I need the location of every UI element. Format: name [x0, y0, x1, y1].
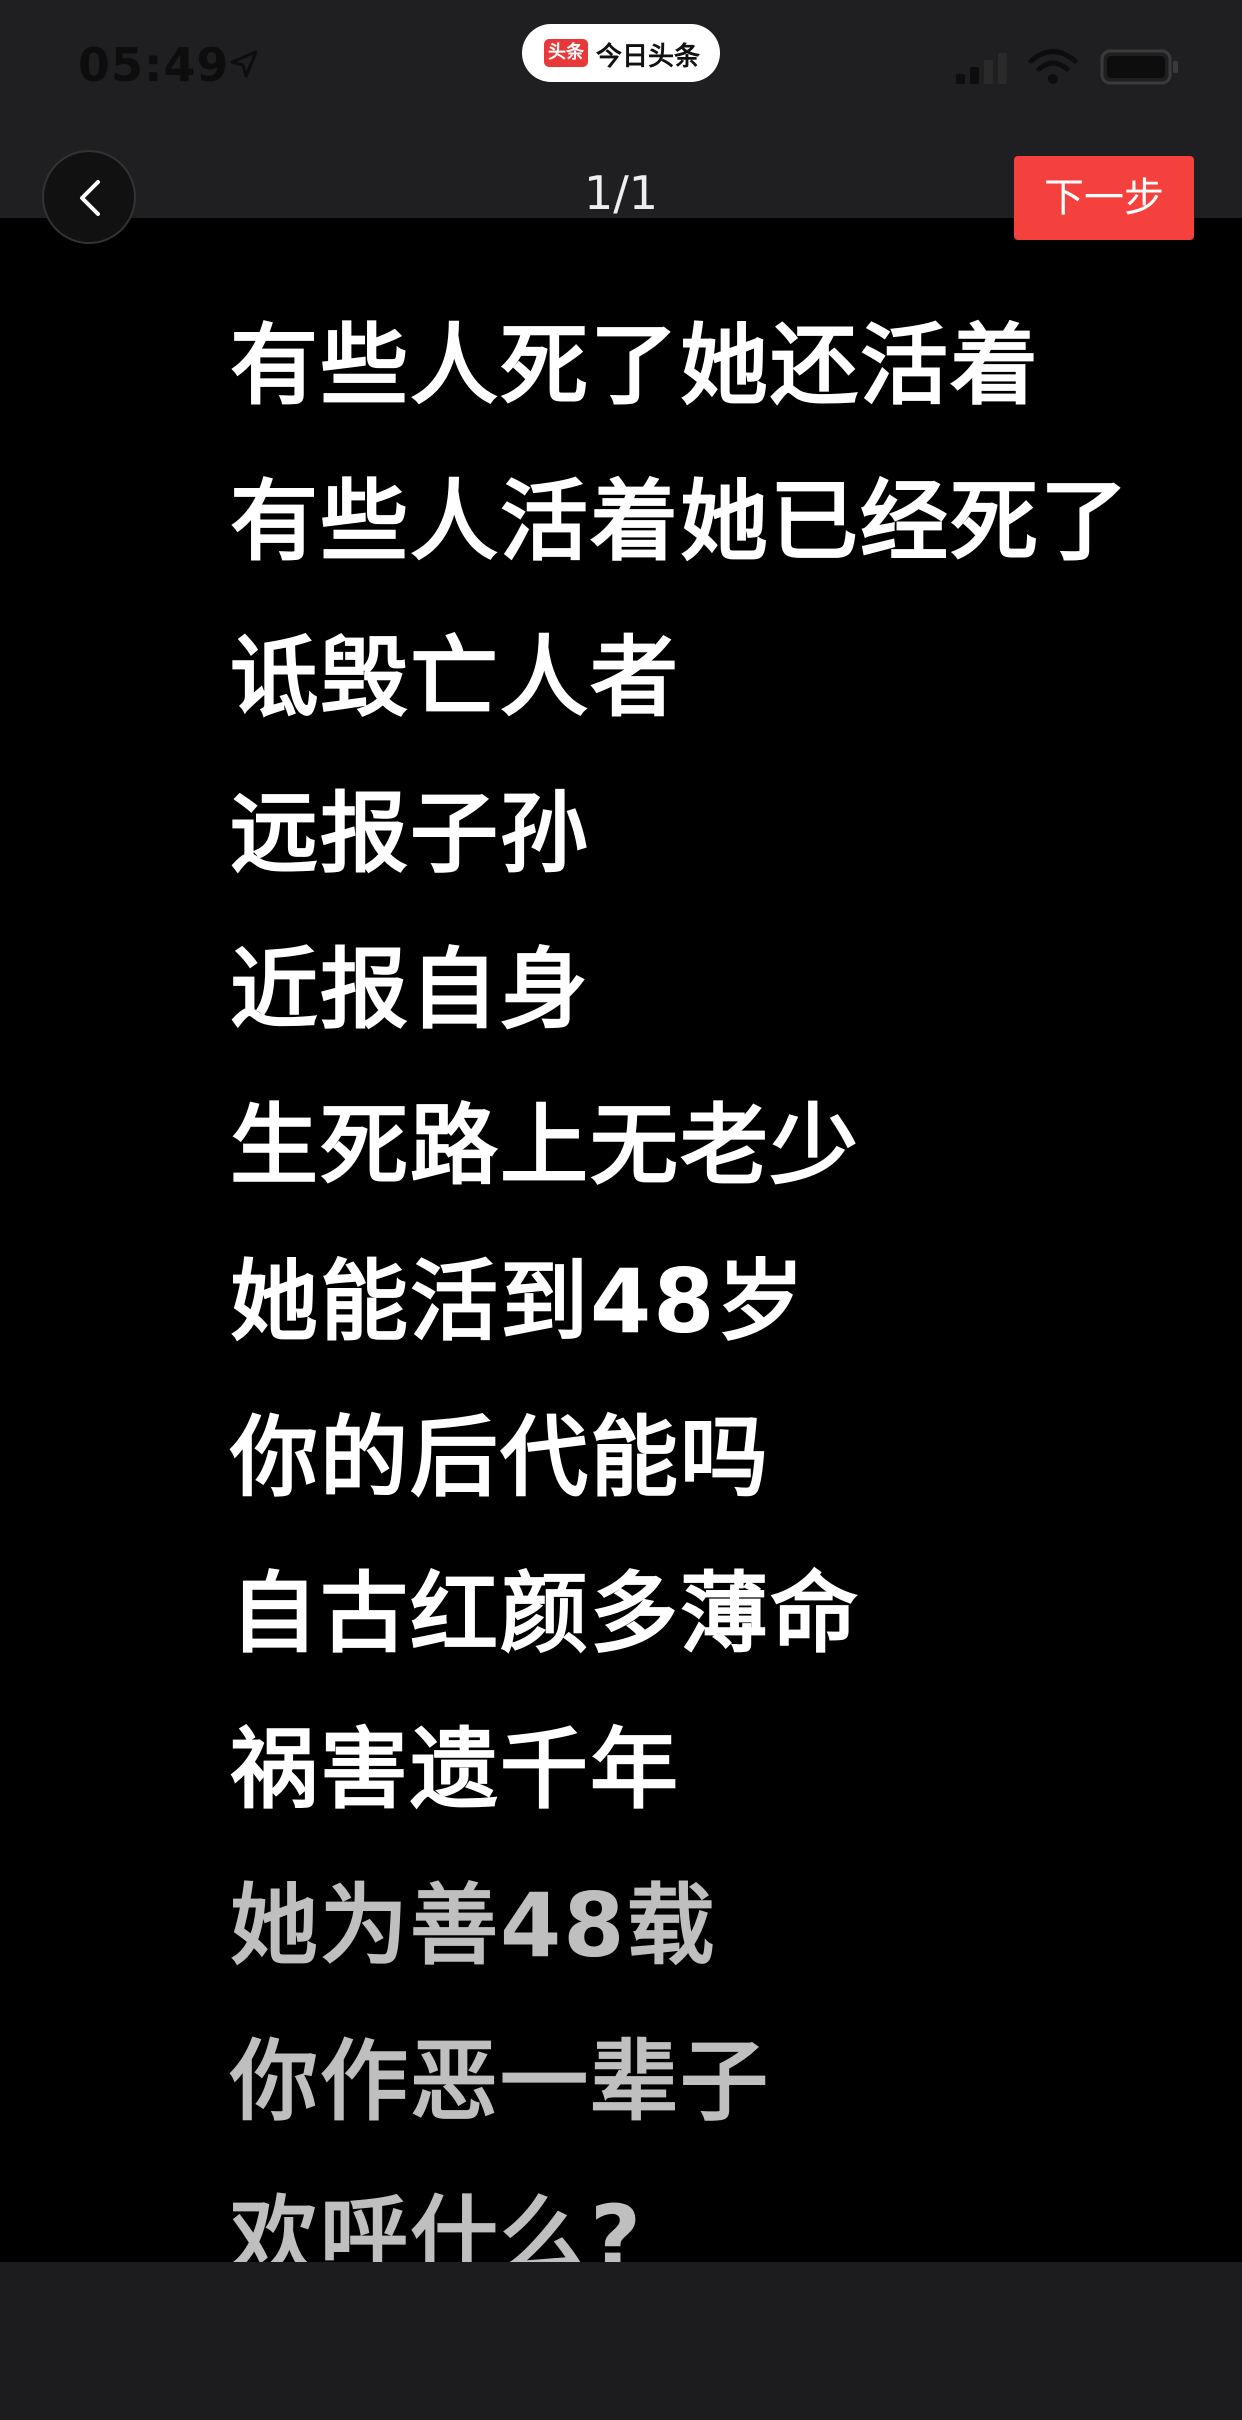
image-text: 有些人死了她还活着 有些人活着她已经死了 诋毁亡人者 远报子孙 近报自身 生死路…: [230, 288, 1130, 2316]
location-arrow-icon: [230, 50, 258, 78]
text-line: 她能活到48岁: [230, 1250, 807, 1353]
app-name: 今日头条: [596, 42, 701, 72]
text-line: 祸害遗千年: [230, 1718, 681, 1821]
status-time: 05:49: [78, 38, 230, 92]
signal-icon: [956, 53, 1007, 84]
text-line: 有些人死了她还活着: [230, 314, 1041, 417]
next-step-button[interactable]: 下一步: [1014, 156, 1194, 240]
text-line: 她为善48载: [230, 1874, 717, 1977]
chevron-left-icon: [80, 180, 100, 216]
text-line: 诋毁亡人者: [230, 626, 681, 729]
text-line: 你的后代能吗: [230, 1406, 771, 1509]
wifi-icon: [1028, 49, 1078, 84]
bottom-toolbar: [0, 2262, 1242, 2420]
page-indicator: 1/1: [583, 166, 659, 220]
battery-icon: [1100, 49, 1178, 85]
text-line: 有些人活着她已经死了: [230, 470, 1131, 573]
text-line: 自古红颜多薄命: [230, 1562, 861, 1665]
app-pill[interactable]: 头条 今日头条: [522, 24, 720, 82]
text-line: 远报子孙: [230, 782, 591, 885]
back-button[interactable]: [42, 150, 136, 244]
text-line: 你作恶一辈子: [230, 2030, 771, 2133]
text-line: 生死路上无老少: [230, 1094, 861, 1197]
text-line: 近报自身: [230, 938, 591, 1041]
app-badge: 头条: [544, 39, 588, 67]
